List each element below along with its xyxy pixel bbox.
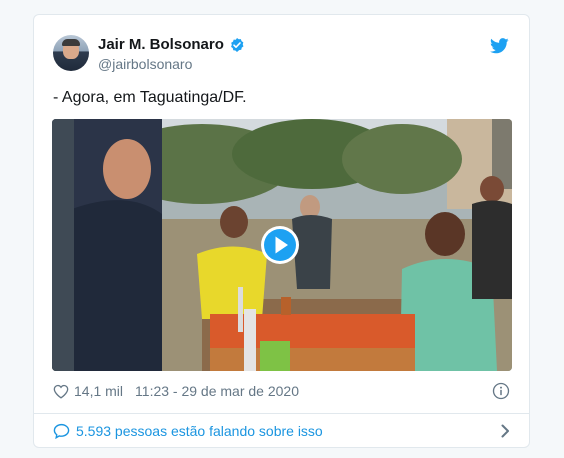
tweet-card[interactable]: Jair M. Bolsonaro @jairbolsonaro - Agora… bbox=[33, 14, 530, 448]
author-name[interactable]: Jair M. Bolsonaro bbox=[98, 36, 224, 53]
divider bbox=[34, 413, 529, 414]
play-icon[interactable] bbox=[260, 225, 300, 265]
verified-icon bbox=[230, 37, 244, 52]
tweet-text: - Agora, em Taguatinga/DF. bbox=[53, 89, 247, 106]
author-handle[interactable]: @jairbolsonaro bbox=[98, 56, 192, 72]
video-player[interactable] bbox=[52, 119, 512, 371]
like-count[interactable]: 14,1 mil bbox=[74, 383, 123, 399]
conversation-text[interactable]: 5.593 pessoas estão falando sobre isso bbox=[76, 423, 323, 439]
avatar[interactable] bbox=[53, 35, 89, 71]
author-name-row[interactable]: Jair M. Bolsonaro bbox=[98, 36, 245, 53]
tweet-meta: 14,1 mil 11:23 - 29 de mar de 2020 bbox=[53, 381, 510, 401]
avatar-hair bbox=[62, 39, 80, 46]
twitter-bird-icon[interactable] bbox=[490, 38, 509, 54]
speech-bubble-icon bbox=[53, 423, 70, 439]
chevron-right-icon[interactable] bbox=[500, 423, 510, 439]
conversation-link[interactable]: 5.593 pessoas estão falando sobre isso bbox=[53, 421, 510, 441]
heart-icon[interactable] bbox=[53, 384, 69, 399]
tweet-timestamp[interactable]: 11:23 - 29 de mar de 2020 bbox=[135, 383, 299, 399]
info-icon[interactable] bbox=[492, 382, 510, 400]
